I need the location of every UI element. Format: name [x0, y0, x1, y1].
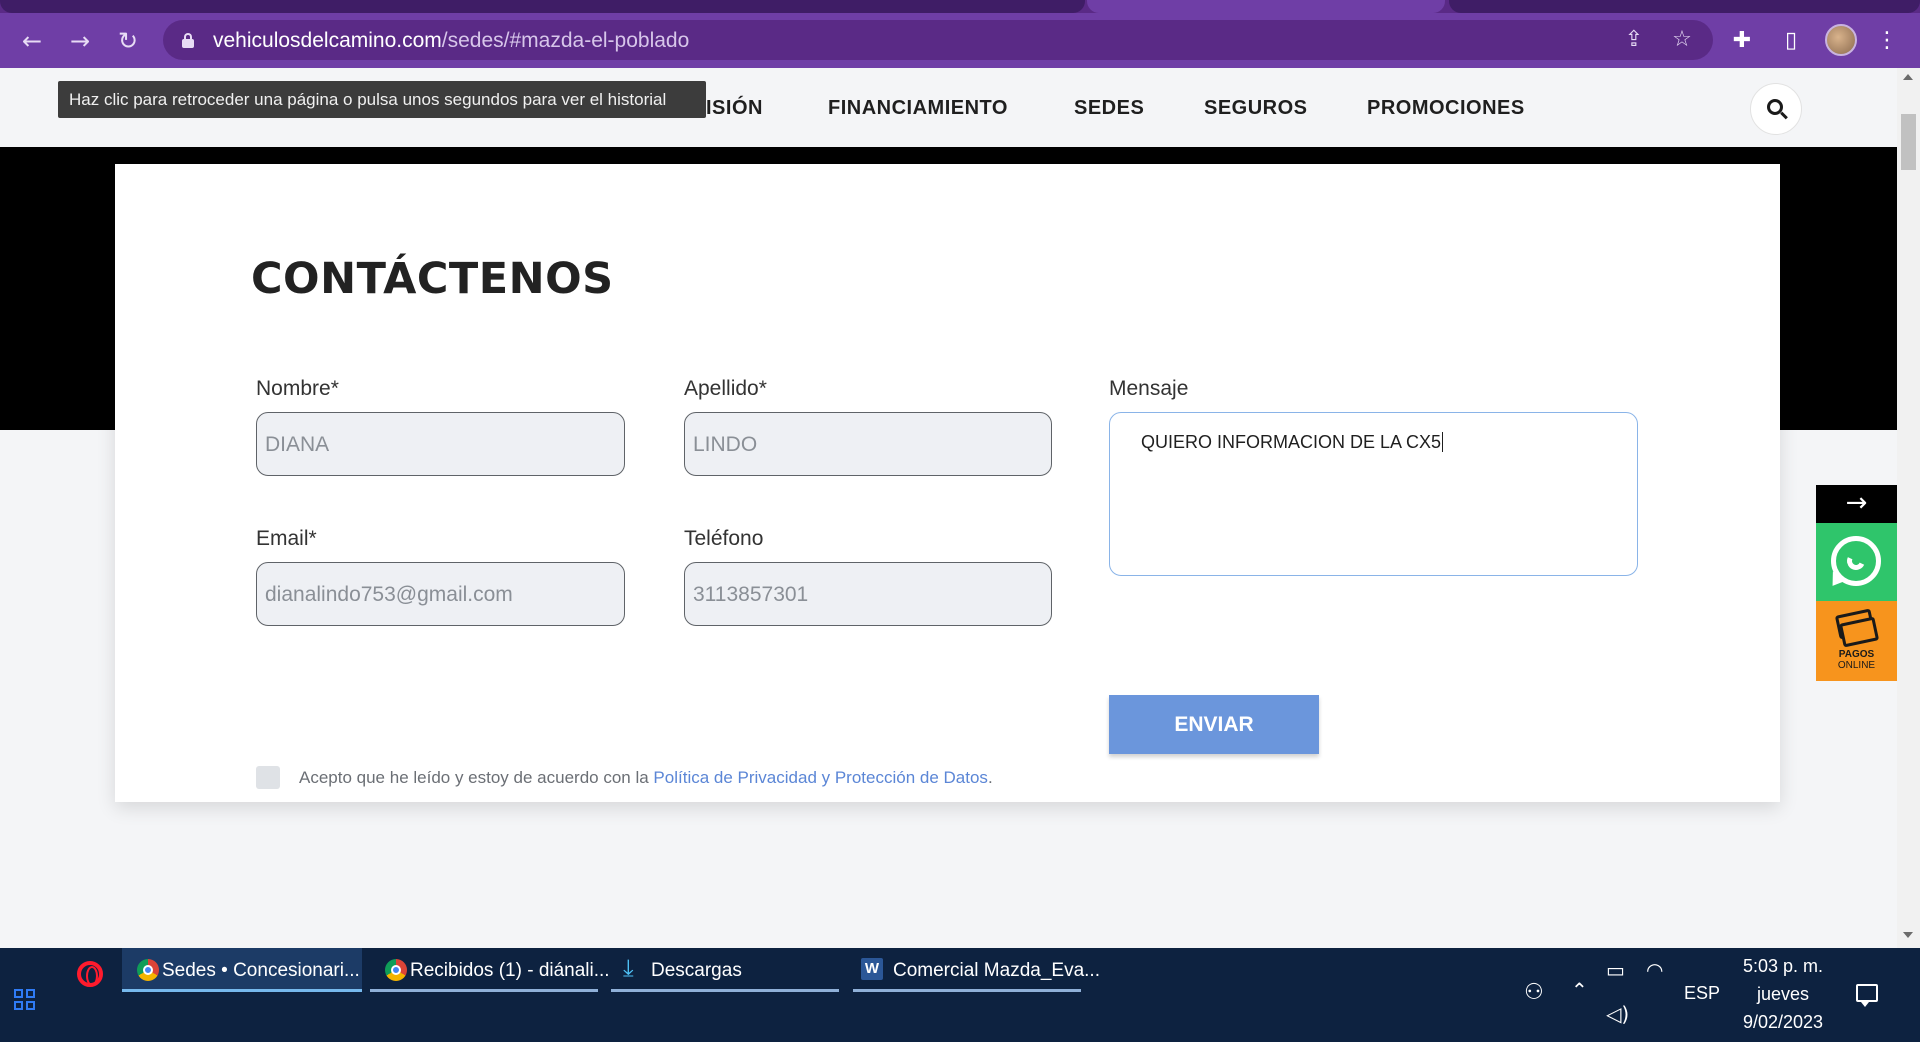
browser-tab[interactable]: [1449, 0, 1920, 13]
clock-time[interactable]: 5:03 p. m.: [1735, 956, 1831, 977]
browser-tab[interactable]: [0, 0, 1085, 13]
page-scrollbar[interactable]: [1897, 68, 1920, 948]
url-text[interactable]: vehiculosdelcamino.com/sedes/#mazda-el-p…: [213, 29, 689, 53]
search-button[interactable]: [1750, 83, 1802, 135]
browser-tab-active[interactable]: [1087, 0, 1445, 13]
apellido-label: Apellido*: [684, 377, 767, 400]
mensaje-value: QUIERO INFORMACION DE LA CX5: [1141, 432, 1442, 452]
taskbar: Sedes • Concesionari... Recibidos (1) - …: [0, 948, 1920, 1042]
browser-toolbar: ← → ↻ vehiculosdelcamino.com/sedes/#mazd…: [0, 13, 1920, 68]
nombre-label: Nombre*: [256, 377, 339, 400]
chevron-up-icon[interactable]: ⌃: [1571, 978, 1588, 1002]
taskbar-item-sedes[interactable]: Sedes • Concesionari...: [122, 948, 362, 992]
whatsapp-button[interactable]: [1816, 523, 1897, 601]
clock-date[interactable]: 9/02/2023: [1735, 1012, 1831, 1033]
taskbar-item-descargas[interactable]: ⤓ Descargas: [611, 948, 839, 992]
chrome-icon: [385, 959, 407, 981]
menu-kebab-icon[interactable]: ⋮: [1872, 26, 1902, 56]
taskbar-item-word[interactable]: W Comercial Mazda_Eva...: [853, 948, 1100, 992]
online-payments-button[interactable]: PAGOS ONLINE: [1816, 601, 1897, 681]
payments-label-2: ONLINE: [1837, 660, 1876, 671]
email-label: Email*: [256, 527, 317, 550]
send-button[interactable]: ENVIAR: [1109, 695, 1319, 754]
apellido-field[interactable]: LINDO: [684, 412, 1052, 476]
text-caret: [1442, 432, 1444, 452]
taskbar-item-recibidos[interactable]: Recibidos (1) - diánali...: [370, 948, 610, 992]
mensaje-textarea[interactable]: QUIERO INFORMACION DE LA CX5: [1109, 412, 1638, 576]
clock-day[interactable]: jueves: [1735, 984, 1831, 1005]
back-icon[interactable]: ←: [17, 26, 47, 56]
chrome-icon: [137, 959, 159, 981]
address-bar[interactable]: vehiculosdelcamino.com/sedes/#mazda-el-p…: [163, 20, 1713, 60]
back-tooltip: Haz clic para retroceder una página o pu…: [58, 81, 706, 118]
scroll-down-icon[interactable]: [1903, 932, 1913, 938]
start-icon[interactable]: [14, 989, 36, 1011]
people-icon[interactable]: ⚇: [1524, 980, 1544, 1005]
nav-item-sedes[interactable]: SEDES: [1074, 97, 1144, 120]
profile-avatar[interactable]: [1825, 24, 1857, 56]
extensions-icon[interactable]: ✚: [1727, 26, 1757, 56]
contact-title: CONTÁCTENOS: [251, 254, 614, 304]
lock-icon[interactable]: [182, 33, 194, 48]
tab-strip: [0, 0, 1920, 13]
apellido-value: LINDO: [693, 433, 758, 456]
email-value: dianalindo753@gmail.com: [265, 583, 513, 606]
telefono-field[interactable]: 3113857301: [684, 562, 1052, 626]
telefono-value: 3113857301: [693, 583, 809, 606]
download-icon: ⤓: [623, 954, 634, 982]
nav-item-promociones[interactable]: PROMOCIONES: [1367, 97, 1525, 120]
word-icon: W: [861, 958, 883, 980]
privacy-policy-link[interactable]: Política de Privacidad y Protección de D…: [653, 768, 988, 787]
web-page: ISIÓN FINANCIAMIENTO SEDES SEGUROS PROMO…: [0, 68, 1897, 948]
nav-item-mision[interactable]: ISIÓN: [706, 97, 763, 120]
forward-icon[interactable]: →: [65, 26, 95, 56]
volume-icon[interactable]: ◁): [1606, 1002, 1629, 1026]
scroll-thumb[interactable]: [1901, 114, 1916, 170]
consent-text: Acepto que he leído y estoy de acuerdo c…: [299, 768, 654, 787]
nav-item-financiamiento[interactable]: FINANCIAMIENTO: [828, 97, 1008, 120]
bookmark-star-icon[interactable]: ☆: [1669, 27, 1695, 53]
language-indicator[interactable]: ESP: [1684, 983, 1720, 1004]
nombre-field[interactable]: DIANA: [256, 412, 625, 476]
privacy-checkbox[interactable]: [256, 766, 280, 789]
opera-icon[interactable]: [77, 961, 103, 987]
wifi-icon[interactable]: ◠: [1646, 958, 1663, 982]
consent-end: .: [987, 768, 993, 787]
email-field[interactable]: dianalindo753@gmail.com: [256, 562, 625, 626]
battery-icon[interactable]: ▭: [1606, 958, 1625, 982]
contact-form-card: CONTÁCTENOS Nombre* DIANA Apellido* LIND…: [115, 164, 1780, 802]
side-panel-icon[interactable]: ▯: [1776, 26, 1806, 56]
scroll-up-icon[interactable]: [1903, 74, 1913, 80]
mensaje-label: Mensaje: [1109, 377, 1189, 400]
share-icon[interactable]: ⇪: [1621, 27, 1647, 53]
reload-icon[interactable]: ↻: [113, 26, 143, 56]
privacy-consent: Acepto que he leído y estoy de acuerdo c…: [299, 768, 993, 788]
telefono-label: Teléfono: [684, 527, 764, 550]
nav-item-seguros[interactable]: SEGUROS: [1204, 97, 1308, 120]
nombre-value: DIANA: [265, 433, 330, 456]
payments-label-1: PAGOS: [1838, 649, 1875, 660]
arrow-right-icon[interactable]: →: [1816, 485, 1897, 523]
notifications-icon[interactable]: [1856, 984, 1878, 1007]
